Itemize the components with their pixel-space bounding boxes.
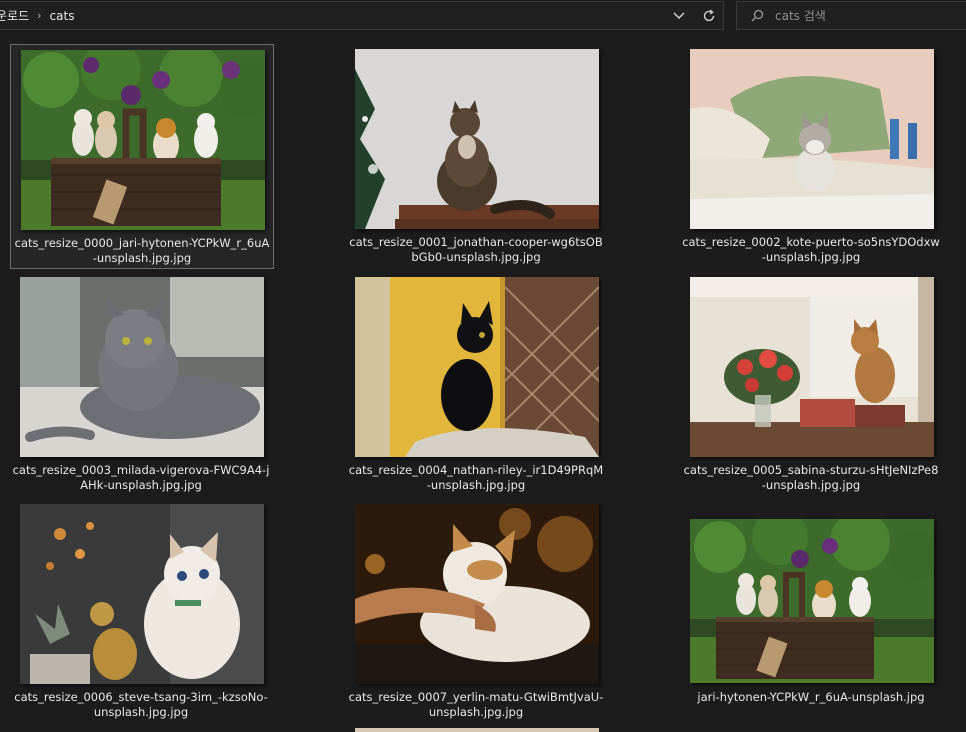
file-item[interactable]: cats_resize_0007_yerlin-matu-GtwiBmtJvaU… [345,499,609,724]
image-thumbnail [355,728,599,732]
file-name: cats_resize_0004_nathan-riley-_ir1D49PRq… [348,463,604,492]
file-item[interactable]: cats_resize_0001_jonathan-cooper-wg6tsOB… [345,44,609,269]
file-name: cats_resize_0002_kote-puerto-so5nsYDOdxw… [682,235,940,264]
file-item[interactable]: cats_resize_0005_sabina-sturzu-sHtJeNIzP… [680,272,944,497]
image-thumbnail [20,504,264,684]
file-name: cats_resize_0003_milada-vigerova-FWC9A4-… [12,463,270,492]
file-item[interactable]: cats_resize_0002_kote-puerto-so5nsYDOdxw… [680,44,944,269]
refresh-icon[interactable] [701,8,717,24]
search-icon [749,8,765,24]
image-thumbnail [690,277,934,457]
breadcrumb-separator: › [37,9,42,22]
file-item[interactable]: cats_resize_0000_jari-hytonen-YCPkW_r_6u… [10,44,274,269]
file-item[interactable]: jari-hytonen-YCPkW_r_6uA-unsplash.jpg [680,499,944,724]
file-item[interactable]: cats_resize_0006_steve-tsang-3im_-kzsoNo… [10,499,274,724]
search-input[interactable] [773,7,957,24]
breadcrumb-downloads[interactable]: 운로드 [0,7,29,24]
file-name: cats_resize_0005_sabina-sturzu-sHtJeNIzP… [683,463,939,492]
image-thumbnail [690,519,934,683]
image-thumbnail [21,50,265,230]
chevron-down-icon[interactable] [671,8,687,24]
file-name: cats_resize_0007_yerlin-matu-GtwiBmtJvaU… [348,690,604,719]
file-name: cats_resize_0006_steve-tsang-3im_-kzsoNo… [14,690,268,719]
breadcrumb-cats[interactable]: cats [50,9,75,23]
image-thumbnail [355,49,599,229]
file-item[interactable]: cats_resize_0004_nathan-riley-_ir1D49PRq… [345,272,609,497]
search-box[interactable] [736,1,966,30]
image-thumbnail [20,277,264,457]
image-thumbnail [355,504,599,684]
image-thumbnail [355,277,599,457]
file-name: cats_resize_0000_jari-hytonen-YCPkW_r_6u… [14,236,270,265]
navigation-bar: 운로드 › cats [0,0,966,34]
image-thumbnail [690,49,934,229]
file-item[interactable]: cats_resize_0003_milada-vigerova-FWC9A4-… [10,272,274,497]
file-name: cats_resize_0001_jonathan-cooper-wg6tsOB… [349,235,603,264]
address-bar[interactable]: 운로드 › cats [0,1,724,30]
file-name: jari-hytonen-YCPkW_r_6uA-unsplash.jpg [697,690,925,704]
